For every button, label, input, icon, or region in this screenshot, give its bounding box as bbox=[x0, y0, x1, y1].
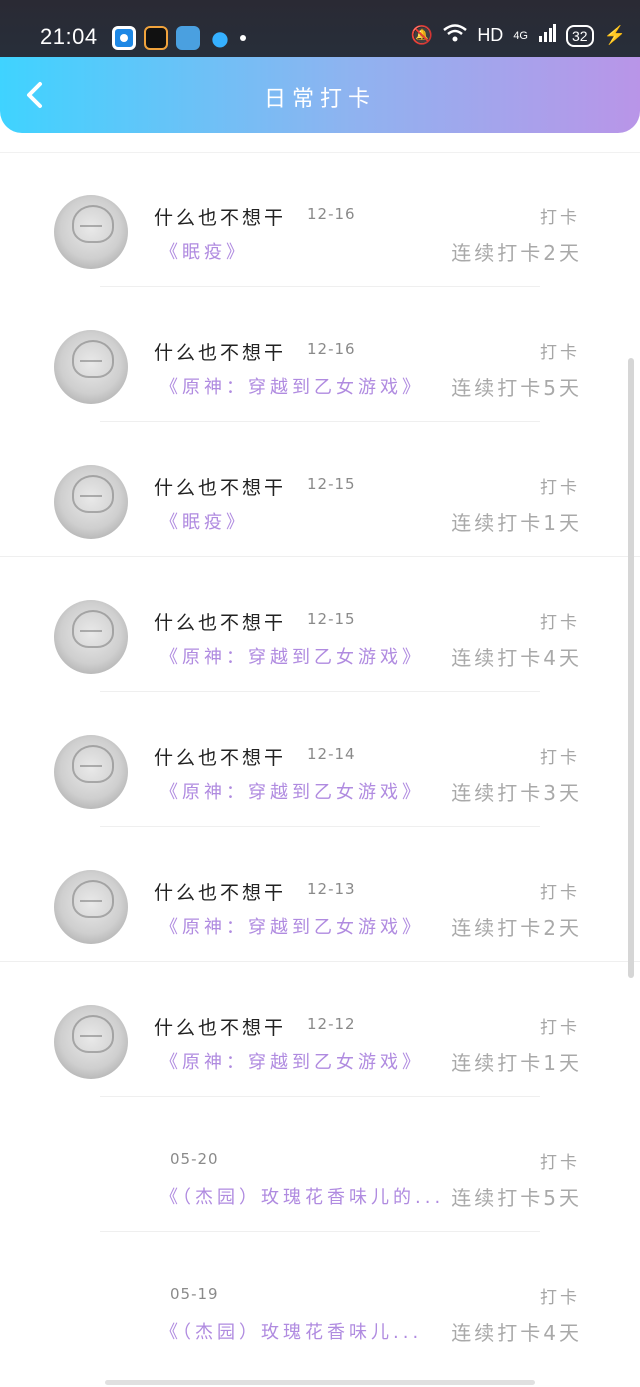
page-title: 日常打卡 bbox=[263, 87, 376, 112]
item-date: 12-14 bbox=[307, 745, 356, 763]
avatar[interactable] bbox=[54, 735, 128, 809]
divider bbox=[100, 286, 540, 287]
item-date: 12-13 bbox=[307, 880, 356, 898]
user-name: 什么也不想干 bbox=[154, 477, 287, 499]
store-app-icon bbox=[176, 26, 200, 50]
reader-app-icon bbox=[144, 26, 168, 50]
streak-text: 连续打卡2天 bbox=[451, 916, 582, 940]
book-title-link[interactable]: 《（杰园）玫瑰花香味儿... bbox=[160, 1318, 422, 1344]
user-name: 什么也不想干 bbox=[154, 342, 287, 364]
checkin-button[interactable]: 打卡 bbox=[540, 608, 580, 633]
streak-text: 连续打卡5天 bbox=[451, 1186, 582, 1210]
divider bbox=[0, 556, 640, 557]
avatar[interactable] bbox=[54, 330, 128, 404]
streak-text: 连续打卡2天 bbox=[451, 241, 582, 265]
book-title-link[interactable]: 《原神：穿越到乙女游戏》 bbox=[160, 373, 424, 399]
item-date: 12-16 bbox=[307, 205, 356, 223]
browser-app-icon bbox=[112, 26, 136, 50]
item-date: 05-20 bbox=[170, 1150, 219, 1168]
book-title-link[interactable]: 《（杰园）玫瑰花香味儿的... bbox=[160, 1183, 444, 1209]
list-item[interactable]: 什么也不想干 12-12 《原神：穿越到乙女游戏》 打卡 连续打卡1天 bbox=[0, 975, 640, 1110]
list-item[interactable]: 什么也不想干 12-14 《原神：穿越到乙女游戏》 打卡 连续打卡3天 bbox=[0, 705, 640, 840]
book-title-link[interactable]: 《眠疫》 bbox=[160, 238, 248, 264]
charging-icon: ⚡ bbox=[603, 25, 626, 45]
streak-text: 连续打卡1天 bbox=[451, 1051, 582, 1075]
home-indicator[interactable] bbox=[105, 1380, 535, 1385]
checkin-button[interactable]: 打卡 bbox=[540, 878, 580, 903]
book-title-link[interactable]: 《眠疫》 bbox=[160, 508, 248, 534]
list-item[interactable]: 什么也不想干 12-16 《眠疫》 打卡 连续打卡2天 bbox=[0, 165, 640, 300]
avatar[interactable] bbox=[54, 1005, 128, 1079]
wifi-icon bbox=[443, 24, 468, 47]
divider bbox=[100, 1096, 540, 1097]
scrollbar[interactable] bbox=[628, 358, 634, 978]
system-icons: 🔕 HD 4G 32 ⚡ bbox=[411, 24, 626, 47]
book-title-link[interactable]: 《原神：穿越到乙女游戏》 bbox=[160, 913, 424, 939]
more-notifications-dot bbox=[240, 35, 246, 41]
signal-icon: 4G bbox=[513, 29, 528, 42]
checkin-button[interactable]: 打卡 bbox=[540, 203, 580, 228]
divider bbox=[100, 691, 540, 692]
list-item[interactable]: 什么也不想干 12-15 《原神：穿越到乙女游戏》 打卡 连续打卡4天 bbox=[0, 570, 640, 705]
checkin-button[interactable]: 打卡 bbox=[540, 338, 580, 363]
network-type-label: HD bbox=[477, 25, 504, 45]
streak-text: 连续打卡4天 bbox=[451, 1321, 582, 1345]
list-item[interactable]: 什么也不想干 12-16 《原神：穿越到乙女游戏》 打卡 连续打卡5天 bbox=[0, 300, 640, 435]
status-time: 21:04 bbox=[40, 24, 98, 49]
list-top-divider bbox=[0, 152, 640, 153]
user-name: 什么也不想干 bbox=[154, 1017, 287, 1039]
item-date: 12-16 bbox=[307, 340, 356, 358]
user-name: 什么也不想干 bbox=[154, 207, 287, 229]
avatar[interactable] bbox=[54, 465, 128, 539]
user-name: 什么也不想干 bbox=[154, 612, 287, 634]
item-date: 05-19 bbox=[170, 1285, 219, 1303]
streak-text: 连续打卡3天 bbox=[451, 781, 582, 805]
streak-text: 连续打卡5天 bbox=[451, 376, 582, 400]
checkin-button[interactable]: 打卡 bbox=[540, 743, 580, 768]
battery-icon: 32 bbox=[566, 24, 594, 47]
divider bbox=[100, 1231, 540, 1232]
avatar[interactable] bbox=[54, 195, 128, 269]
book-title-link[interactable]: 《原神：穿越到乙女游戏》 bbox=[160, 1048, 424, 1074]
divider bbox=[100, 421, 540, 422]
book-title-link[interactable]: 《原神：穿越到乙女游戏》 bbox=[160, 778, 424, 804]
list-item[interactable]: 什么也不想干 12-13 《原神：穿越到乙女游戏》 打卡 连续打卡2天 bbox=[0, 840, 640, 975]
checkin-button[interactable]: 打卡 bbox=[540, 1283, 580, 1308]
header-bar: 日常打卡 bbox=[0, 57, 640, 133]
checkin-button[interactable]: 打卡 bbox=[540, 473, 580, 498]
divider bbox=[100, 826, 540, 827]
mute-icon: 🔕 bbox=[410, 25, 434, 45]
list-item[interactable]: 什么也不想干 12-15 《眠疫》 打卡 连续打卡1天 bbox=[0, 435, 640, 570]
item-date: 12-15 bbox=[307, 610, 356, 628]
streak-text: 连续打卡4天 bbox=[451, 646, 582, 670]
checkin-button[interactable]: 打卡 bbox=[540, 1148, 580, 1173]
list-item[interactable]: 05-19 《（杰园）玫瑰花香味儿... 打卡 连续打卡4天 bbox=[0, 1245, 640, 1380]
user-name: 什么也不想干 bbox=[154, 747, 287, 769]
checkin-button[interactable]: 打卡 bbox=[540, 1013, 580, 1038]
qq-icon: ● bbox=[211, 26, 229, 50]
signal-bars-icon bbox=[538, 24, 556, 47]
list-item[interactable]: 05-20 《（杰园）玫瑰花香味儿的... 打卡 连续打卡5天 bbox=[0, 1110, 640, 1245]
item-date: 12-15 bbox=[307, 475, 356, 493]
avatar[interactable] bbox=[54, 870, 128, 944]
divider bbox=[0, 961, 640, 962]
item-date: 12-12 bbox=[307, 1015, 356, 1033]
notification-icons: ● bbox=[112, 26, 246, 50]
book-title-link[interactable]: 《原神：穿越到乙女游戏》 bbox=[160, 643, 424, 669]
user-name: 什么也不想干 bbox=[154, 882, 287, 904]
avatar[interactable] bbox=[54, 600, 128, 674]
streak-text: 连续打卡1天 bbox=[451, 511, 582, 535]
